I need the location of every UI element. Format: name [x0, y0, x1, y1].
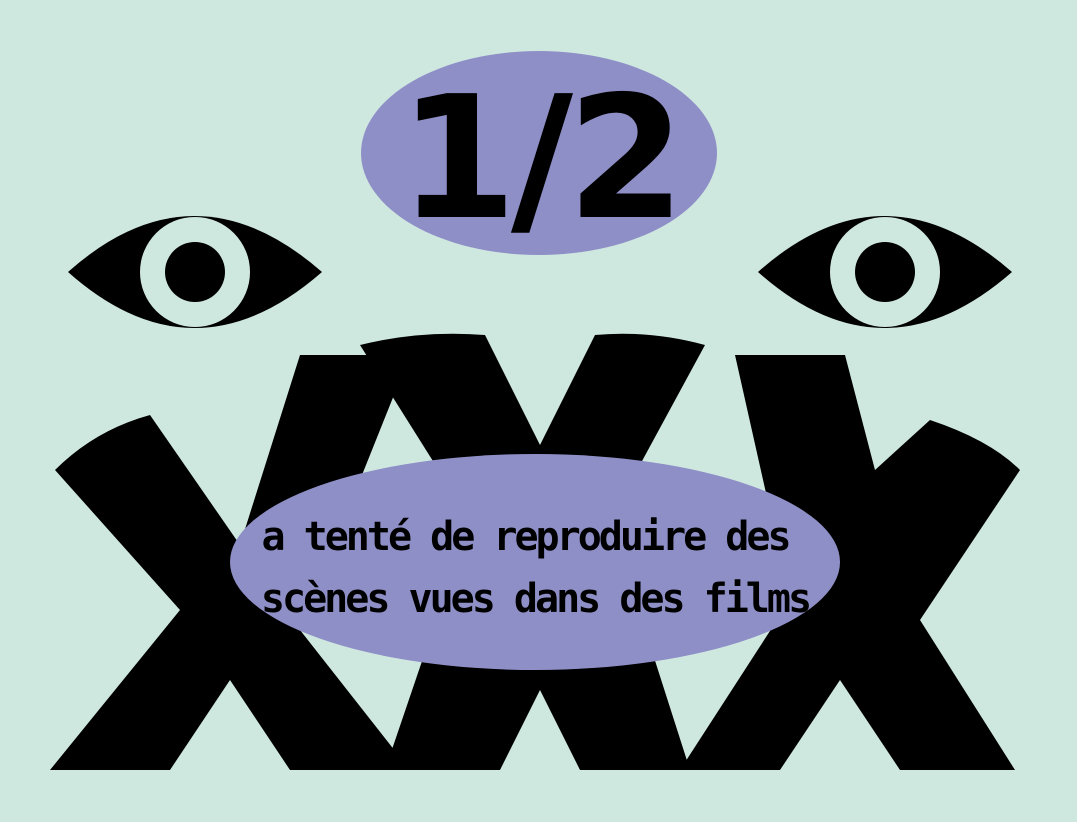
fraction-text: 1/2	[399, 60, 680, 258]
caption-oval	[230, 454, 840, 670]
poster: 1/2 a tenté de reproduire des scènes vue…	[0, 0, 1077, 822]
caption-line-2: scènes vues dans des films	[261, 576, 809, 622]
caption-line-1: a tenté de reproduire des	[261, 514, 788, 560]
